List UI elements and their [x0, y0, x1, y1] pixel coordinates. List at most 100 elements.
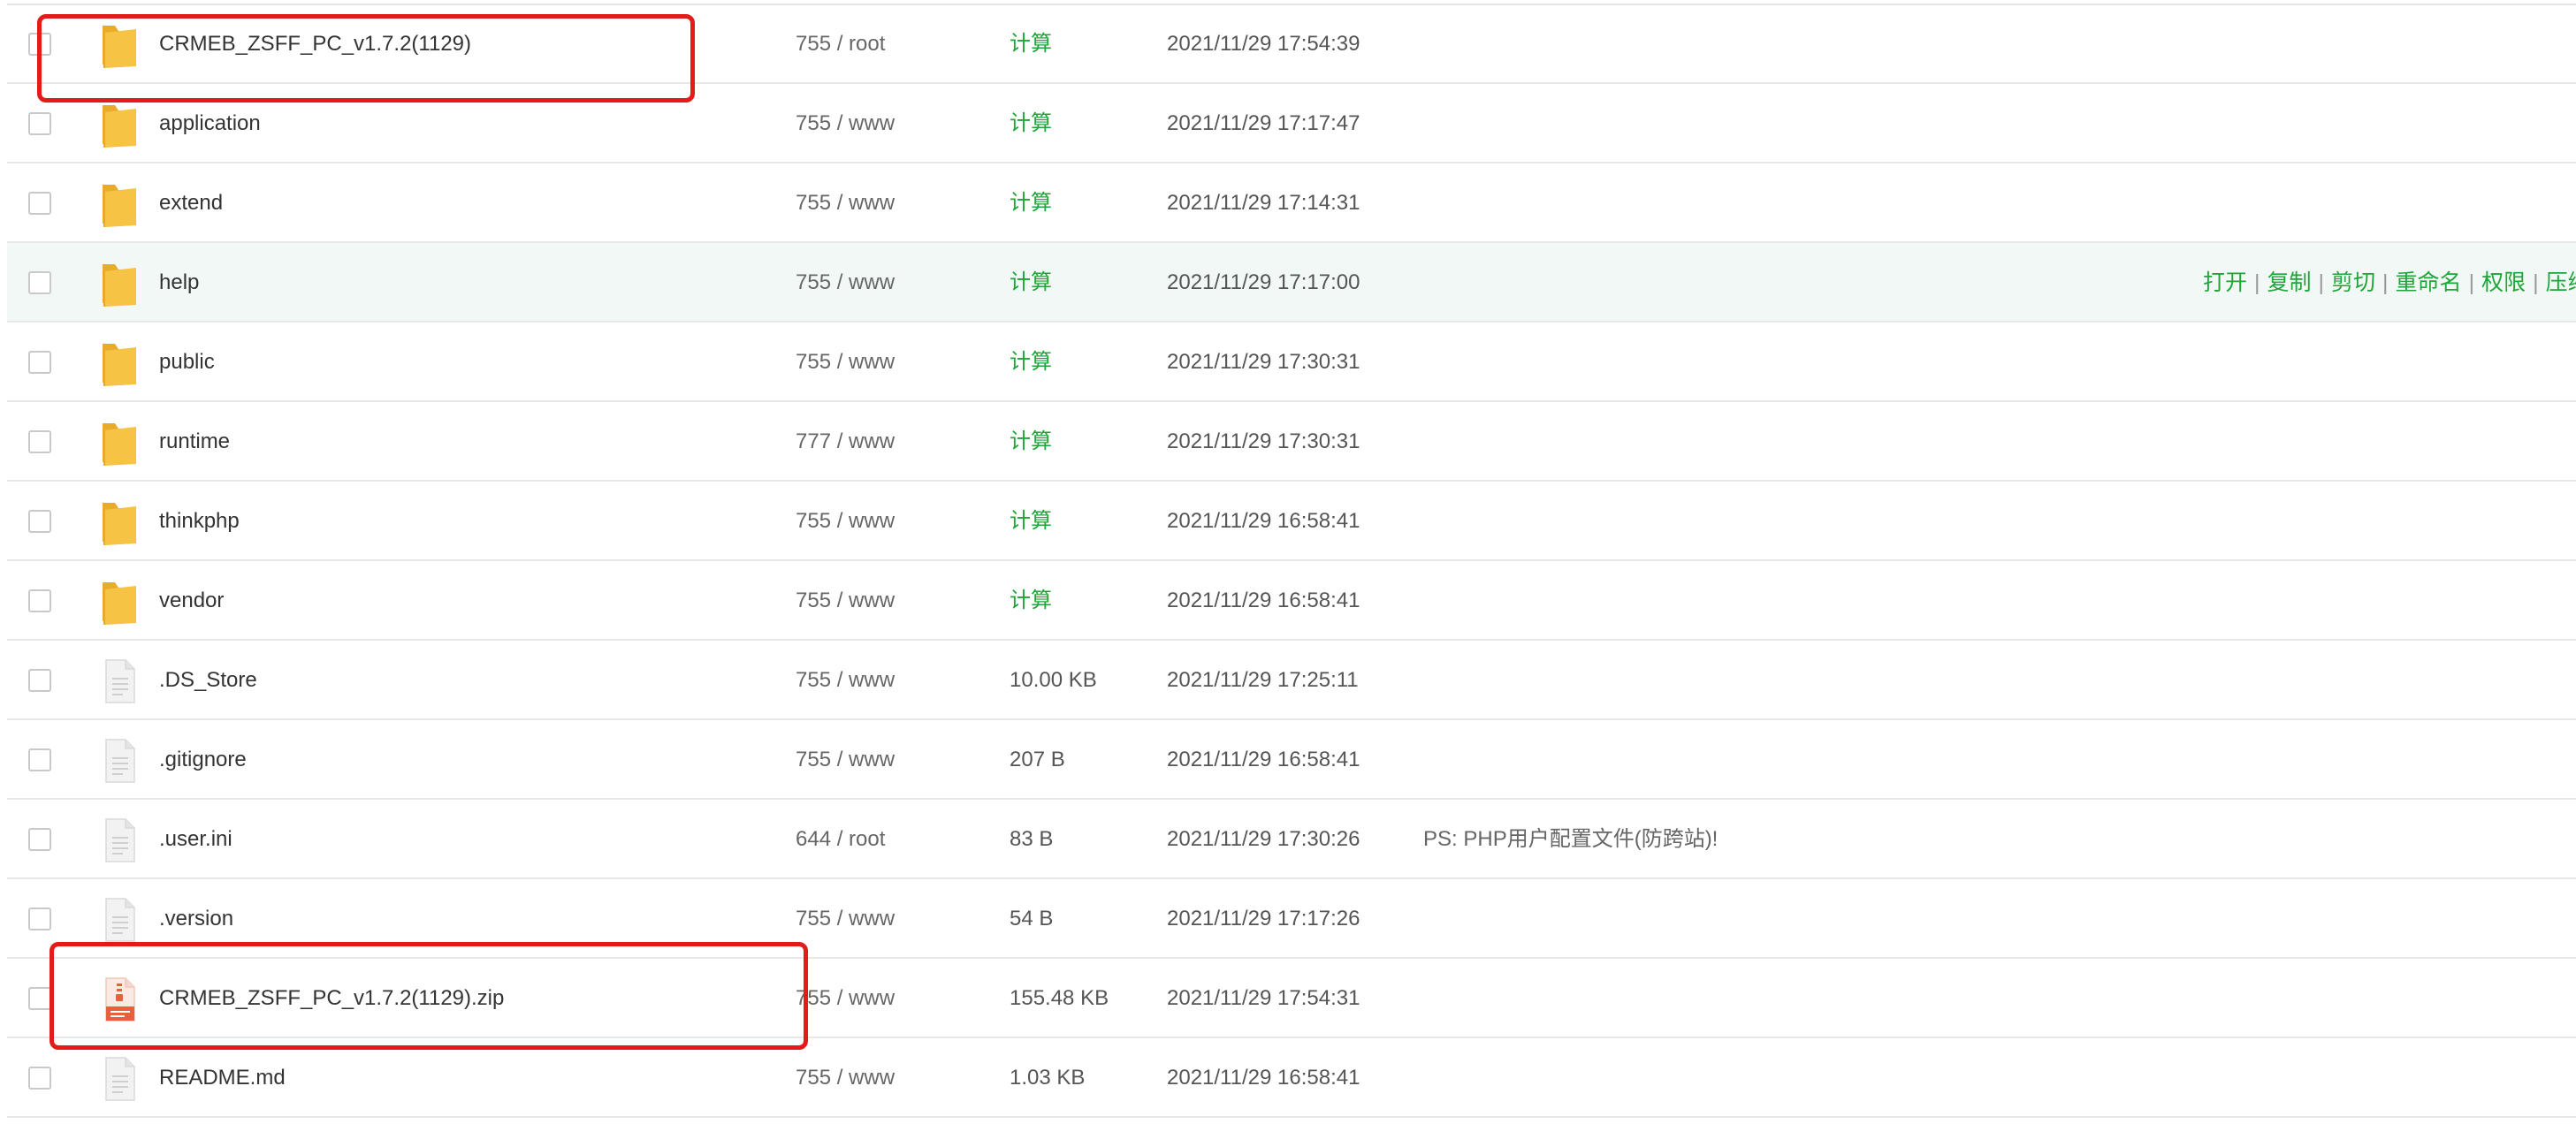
- file-name-link[interactable]: application: [159, 84, 261, 163]
- permission-owner-link[interactable]: 777 / www: [796, 402, 895, 482]
- table-row[interactable]: .version 755 / www 54 B 2021/11/29 17:17:26: [7, 879, 2576, 959]
- row-checkbox[interactable]: [28, 351, 51, 374]
- folder-icon: [97, 496, 141, 549]
- table-row[interactable]: extend 755 / www 计算 2021/11/29 17:14:31: [7, 163, 2576, 243]
- modified-time: 2021/11/29 16:58:41: [1167, 509, 1360, 533]
- permission-owner-link[interactable]: 755 / www: [796, 323, 895, 402]
- file-note[interactable]: PS: PHP用户配置文件(防跨站)!: [1423, 800, 1718, 879]
- table-row[interactable]: .gitignore 755 / www 207 B 2021/11/29 16:58…: [7, 720, 2576, 800]
- file-name-link[interactable]: extend: [159, 163, 223, 243]
- modified-time: 2021/11/29 17:14:31: [1167, 191, 1360, 215]
- file-name-link[interactable]: .gitignore: [159, 720, 247, 800]
- modified-time: 2021/11/29 17:17:00: [1167, 270, 1360, 294]
- table-row[interactable]: CRMEB_ZSFF_PC_v1.7.2(1129) 755 / root 计算 20…: [7, 4, 2576, 84]
- row-checkbox[interactable]: [28, 987, 51, 1010]
- table-row[interactable]: application 755 / www 计算 2021/11/29 17:17:4…: [7, 84, 2576, 163]
- action-link[interactable]: 剪切: [2331, 270, 2375, 295]
- file-size: 83 B: [1010, 827, 1054, 851]
- file-name-link[interactable]: thinkphp: [159, 482, 240, 561]
- table-row[interactable]: thinkphp 755 / www 计算 2021/11/29 16:58:41: [7, 482, 2576, 561]
- file-icon: [97, 893, 141, 946]
- folder-icon: [97, 19, 141, 72]
- row-checkbox[interactable]: [28, 271, 51, 294]
- permission-owner-link[interactable]: 644 / root: [796, 800, 885, 879]
- permission-owner-link[interactable]: 755 / www: [796, 1038, 895, 1118]
- file-name-link[interactable]: README.md: [159, 1038, 286, 1118]
- modified-time: 2021/11/29 17:54:31: [1167, 986, 1360, 1010]
- file-name-link[interactable]: runtime: [159, 402, 230, 482]
- table-row[interactable]: runtime 777 / www 计算 2021/11/29 17:30:31: [7, 402, 2576, 482]
- modified-time: 2021/11/29 17:30:31: [1167, 350, 1360, 374]
- row-checkbox[interactable]: [28, 430, 51, 453]
- table-row[interactable]: README.md 755 / www 1.03 KB 2021/11/29 16:5…: [7, 1038, 2576, 1118]
- permission-owner-link[interactable]: 755 / www: [796, 879, 895, 959]
- row-checkbox[interactable]: [28, 33, 51, 56]
- folder-icon: [97, 575, 141, 628]
- row-checkbox[interactable]: [28, 112, 51, 135]
- file-icon: [97, 734, 141, 787]
- file-name-link[interactable]: public: [159, 323, 215, 402]
- permission-owner-link[interactable]: 755 / www: [796, 959, 895, 1038]
- calculate-size-link[interactable]: 计算: [1010, 243, 1052, 323]
- row-checkbox[interactable]: [28, 828, 51, 851]
- row-checkbox[interactable]: [28, 748, 51, 771]
- table-row[interactable]: .DS_Store 755 / www 10.00 KB 2021/11/29 17:…: [7, 641, 2576, 720]
- file-icon: [97, 1052, 141, 1105]
- action-separator: |: [2254, 270, 2260, 295]
- table-row[interactable]: public 755 / www 计算 2021/11/29 17:30:31: [7, 323, 2576, 402]
- table-row[interactable]: vendor 755 / www 计算 2021/11/29 16:58:41: [7, 561, 2576, 641]
- file-size: 207 B: [1010, 748, 1065, 771]
- permission-owner-link[interactable]: 755 / www: [796, 641, 895, 720]
- folder-icon: [97, 416, 141, 469]
- table-row[interactable]: CRMEB_ZSFF_PC_v1.7.2(1129).zip 755 / www 1…: [7, 959, 2576, 1038]
- folder-icon: [97, 257, 141, 310]
- permission-owner-link[interactable]: 755 / www: [796, 720, 895, 800]
- calculate-size-link[interactable]: 计算: [1010, 163, 1052, 243]
- file-name-link[interactable]: CRMEB_ZSFF_PC_v1.7.2(1129): [159, 4, 471, 84]
- row-checkbox[interactable]: [28, 1067, 51, 1090]
- file-name-link[interactable]: help: [159, 243, 199, 323]
- row-checkbox[interactable]: [28, 589, 51, 612]
- row-checkbox[interactable]: [28, 192, 51, 215]
- action-separator: |: [2468, 270, 2475, 295]
- calculate-size-link[interactable]: 计算: [1010, 323, 1052, 402]
- row-checkbox[interactable]: [28, 908, 51, 930]
- row-checkbox[interactable]: [28, 510, 51, 533]
- row-checkbox[interactable]: [28, 669, 51, 692]
- folder-icon: [97, 337, 141, 390]
- modified-time: 2021/11/29 17:30:26: [1167, 827, 1360, 851]
- file-size: 1.03 KB: [1010, 1066, 1086, 1090]
- permission-owner-link[interactable]: 755 / root: [796, 4, 885, 84]
- file-name-link[interactable]: CRMEB_ZSFF_PC_v1.7.2(1129).zip: [159, 959, 504, 1038]
- row-actions: 打开|复制|剪切|重命名|权限|压缩|: [2203, 243, 2576, 323]
- action-link[interactable]: 压缩: [2546, 270, 2576, 295]
- permission-owner-link[interactable]: 755 / www: [796, 84, 895, 163]
- modified-time: 2021/11/29 17:30:31: [1167, 429, 1360, 453]
- action-separator: |: [2318, 270, 2325, 295]
- calculate-size-link[interactable]: 计算: [1010, 482, 1052, 561]
- permission-owner-link[interactable]: 755 / www: [796, 561, 895, 641]
- permission-owner-link[interactable]: 755 / www: [796, 482, 895, 561]
- action-link[interactable]: 打开: [2203, 270, 2247, 295]
- file-name-link[interactable]: .user.ini: [159, 800, 232, 879]
- action-link[interactable]: 权限: [2481, 270, 2526, 295]
- file-name-link[interactable]: .version: [159, 879, 233, 959]
- file-name-link[interactable]: vendor: [159, 561, 224, 641]
- modified-time: 2021/11/29 17:25:11: [1167, 668, 1359, 692]
- folder-icon: [97, 98, 141, 151]
- action-link[interactable]: 重命名: [2396, 270, 2462, 295]
- table-row[interactable]: .user.ini 644 / root 83 B 2021/11/29 17:30:…: [7, 800, 2576, 879]
- modified-time: 2021/11/29 16:58:41: [1167, 1066, 1360, 1090]
- calculate-size-link[interactable]: 计算: [1010, 561, 1052, 641]
- calculate-size-link[interactable]: 计算: [1010, 4, 1052, 84]
- zip-file-icon: [97, 973, 141, 1026]
- action-link[interactable]: 复制: [2267, 270, 2312, 295]
- calculate-size-link[interactable]: 计算: [1010, 402, 1052, 482]
- permission-owner-link[interactable]: 755 / www: [796, 243, 895, 323]
- permission-owner-link[interactable]: 755 / www: [796, 163, 895, 243]
- table-row[interactable]: help 755 / www 计算 2021/11/29 17:17:00 打开 | 复制 |…: [7, 243, 2576, 323]
- calculate-size-link[interactable]: 计算: [1010, 84, 1052, 163]
- file-name-link[interactable]: .DS_Store: [159, 641, 257, 720]
- folder-icon: [97, 178, 141, 231]
- file-size: 54 B: [1010, 907, 1054, 930]
